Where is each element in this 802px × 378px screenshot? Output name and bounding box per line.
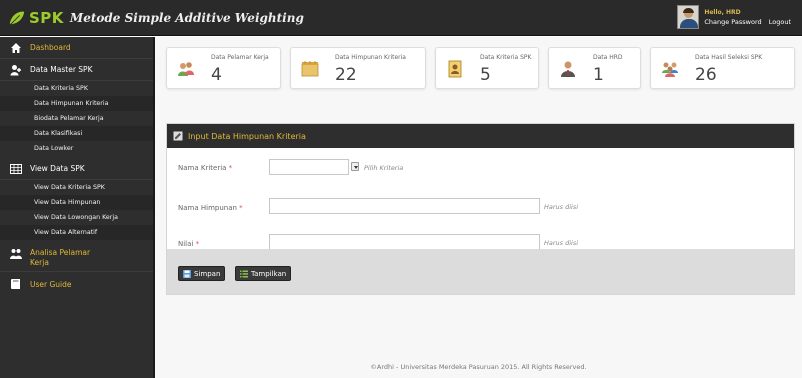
stat-value: 4	[211, 65, 222, 85]
sidebar-item-view-data-himpunan[interactable]: View Data Himpunan	[0, 195, 153, 210]
chevron-down-icon[interactable]	[351, 162, 359, 171]
stat-card-himpunan[interactable]: Data Himpunan Kriteria 22	[290, 47, 426, 89]
save-icon	[183, 269, 191, 278]
stat-label: Data Himpunan Kriteria	[335, 54, 406, 61]
sidebar-item-dashboard[interactable]: Dashboard	[0, 37, 153, 59]
nilai-hint: Harus diisi	[544, 239, 579, 247]
change-password-link[interactable]: Change Password	[704, 18, 761, 26]
nama-kriteria-label: Nama Kriteria *	[178, 164, 233, 172]
group-icon	[662, 62, 678, 77]
user-menu: Hello, HRD Change Password Logout	[677, 5, 796, 29]
folder-icon	[301, 61, 319, 77]
sidebar-item-view-data-lowongan-kerja[interactable]: View Data Lowongan Kerja	[0, 210, 153, 225]
logout-link[interactable]: Logout	[769, 18, 791, 26]
user-icon	[561, 61, 575, 77]
nilai-label: Nilai *	[178, 240, 200, 248]
stat-card-hasil-seleksi[interactable]: Data Hasil Seleksi SPK 26	[650, 47, 795, 89]
form-actions: Simpan Tampilkan	[167, 249, 794, 294]
stat-value: 5	[480, 65, 491, 85]
top-header: SPK Metode Simple Additive Weighting Hel…	[0, 0, 802, 36]
leaf-logo-icon	[9, 11, 25, 25]
sidebar-item-data-master-spk[interactable]: Data Master SPK	[0, 59, 153, 81]
brand-subtitle: Metode Simple Additive Weighting	[69, 11, 304, 25]
nilai-input[interactable]	[269, 234, 540, 250]
stat-card-kriteria[interactable]: Data Kriteria SPK 5	[435, 47, 539, 89]
list-icon	[240, 270, 248, 277]
stat-card-pelamar[interactable]: Data Pelamar Kerja 4	[166, 47, 281, 89]
nama-kriteria-hint: Pilih Kriteria	[364, 164, 404, 172]
users-icon	[10, 249, 22, 259]
stat-label: Data Kriteria SPK	[480, 54, 532, 61]
stat-value: 1	[593, 65, 604, 85]
brand-spk: SPK	[29, 9, 64, 27]
sidebar-item-view-data-alternatif[interactable]: View Data Alternatif	[0, 225, 153, 240]
sidebar-item-data-kriteria-spk[interactable]: Data Kriteria SPK	[0, 81, 153, 96]
stat-value: 26	[695, 65, 717, 85]
sidebar-item-view-data-kriteria-spk[interactable]: View Data Kriteria SPK	[0, 180, 153, 195]
sidebar-item-analisa-pelamar-kerja[interactable]: Analisa Pelamar Kerja	[0, 242, 153, 272]
sidebar-item-data-himpunan-kriteria[interactable]: Data Himpunan Kriteria	[0, 96, 153, 111]
document-icon	[448, 60, 462, 78]
stat-card-hrd[interactable]: Data HRD 1	[548, 47, 641, 89]
nama-himpunan-input[interactable]	[269, 198, 540, 214]
home-icon	[11, 42, 21, 53]
nama-himpunan-label: Nama Himpunan *	[178, 204, 243, 212]
brand-logo[interactable]: SPK Metode Simple Additive Weighting	[8, 8, 304, 28]
sidebar: Dashboard Data Master SPK Data Kriteria …	[0, 37, 153, 378]
input-himpunan-panel: Input Data Himpunan Kriteria Nama Kriter…	[166, 123, 795, 295]
sidebar-item-view-data-spk[interactable]: View Data SPK	[0, 158, 153, 180]
save-button[interactable]: Simpan	[178, 266, 226, 281]
table-icon	[10, 163, 22, 174]
sidebar-item-data-lowker[interactable]: Data Lowker	[0, 141, 153, 156]
edit-icon	[173, 131, 183, 141]
user-greeting: Hello, HRD	[704, 8, 741, 16]
main-content: Data Pelamar Kerja 4 Data Himpunan Krite…	[155, 37, 802, 378]
show-button[interactable]: Tampilkan	[235, 266, 292, 281]
panel-header: Input Data Himpunan Kriteria	[167, 124, 794, 148]
book-icon	[11, 279, 20, 289]
panel-title: Input Data Himpunan Kriteria	[188, 131, 306, 141]
sidebar-item-user-guide[interactable]: User Guide	[0, 273, 153, 295]
avatar	[677, 5, 700, 29]
stat-label: Data HRD	[593, 54, 623, 61]
stat-value: 22	[335, 65, 357, 85]
sidebar-item-data-klasifikasi[interactable]: Data Klasifikasi	[0, 126, 153, 141]
sidebar-item-biodata-pelamar-kerja[interactable]: Biodata Pelamar Kerja	[0, 111, 153, 126]
nama-himpunan-hint: Harus diisi	[544, 203, 579, 211]
stat-label: Data Hasil Seleksi SPK	[695, 54, 763, 61]
stat-label: Data Pelamar Kerja	[211, 54, 269, 61]
page-footer: ©Ardhi - Universitas Merdeka Pasuruan 20…	[370, 363, 587, 371]
people-icon	[178, 62, 194, 76]
add-user-icon	[10, 64, 21, 75]
nama-kriteria-select[interactable]	[269, 159, 349, 175]
